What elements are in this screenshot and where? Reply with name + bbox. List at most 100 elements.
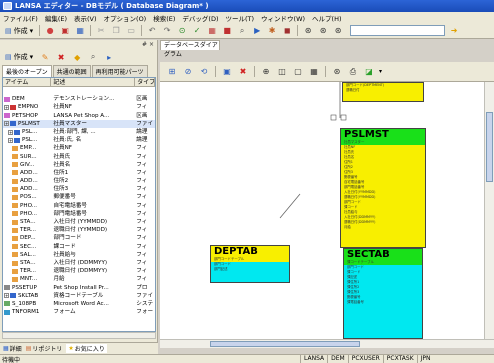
chevron-down-icon[interactable]: ▾ <box>379 68 382 75</box>
save-icon[interactable]: ▣ <box>59 25 71 37</box>
menu-window[interactable]: ウィンドウ(W) <box>261 13 305 23</box>
table-row[interactable]: SUR... 社員氏 フィ <box>3 153 155 161</box>
undo-icon[interactable]: ↶ <box>146 25 158 37</box>
table-row[interactable]: STA... 入社日付 (DDMMYY) フィ <box>3 259 155 267</box>
diagram-canvas[interactable]: 部門コード(DEPTMENT) 退職日付 PSLMST 社員マスター 社員NF 社員氏社… <box>160 82 484 339</box>
play-icon[interactable]: ▶ <box>251 25 263 37</box>
table-row[interactable]: S_108PB Microsoft Word Ac... システ <box>3 300 155 308</box>
tab-reusable-parts[interactable]: 再利用可能パーツ <box>91 65 148 77</box>
column-item[interactable]: アイテム <box>3 78 52 86</box>
find-next-icon[interactable]: ⊛ <box>317 25 329 37</box>
tab-recent[interactable]: 最後のオープン <box>2 65 52 77</box>
expand-icon[interactable]: + <box>4 104 9 110</box>
table-row[interactable]: SAL... 社員給与 フィ <box>3 251 155 259</box>
menu-search[interactable]: 検索(E) <box>153 13 175 23</box>
play-icon[interactable]: ▸ <box>103 51 115 63</box>
fit-icon[interactable]: ◫ <box>276 66 288 78</box>
table-row[interactable]: PSSETUP Pet Shop Install Pr... プロ <box>3 284 155 292</box>
table-row[interactable]: ADD... 住所2 フィ <box>3 177 155 185</box>
table-row[interactable]: + PSLMST 社員マスター ファイ <box>3 119 155 128</box>
table-row[interactable]: + PSL... 社員:氏, 名 論理 <box>3 136 155 144</box>
check-icon[interactable]: ✓ <box>191 25 203 37</box>
table-row[interactable]: DEM デモンストレーション... 区画 <box>3 95 155 103</box>
delete-icon[interactable]: ✖ <box>237 66 249 78</box>
tab-details[interactable]: ▦ 詳細 <box>3 344 22 353</box>
tab-common-scope[interactable]: 共通の範囲 <box>52 65 91 77</box>
menu-options[interactable]: オプション(O) <box>104 13 147 23</box>
table-row[interactable]: GIV... 社員名 フィ <box>3 161 155 169</box>
search-icon[interactable]: ⌕ <box>236 25 248 37</box>
add-entity-icon[interactable]: ▣ <box>221 66 233 78</box>
entity-deptab[interactable]: DEPTAB 部門コードテーブル 部門コード 部門記述 <box>210 245 290 283</box>
panel-close-button[interactable]: # × <box>142 41 154 48</box>
table-row[interactable]: TNFORM1 フォーム フォー <box>3 308 155 316</box>
refresh-icon[interactable]: ⟲ <box>198 66 210 78</box>
table-row[interactable]: ADD... 住所1 フィ <box>3 169 155 177</box>
redo-icon[interactable]: ↷ <box>161 25 173 37</box>
execute-icon[interactable]: ■ <box>221 25 233 37</box>
vertical-scroll-thumb[interactable] <box>486 112 493 182</box>
column-type[interactable]: タイプ <box>135 78 155 86</box>
binoculars-icon[interactable]: ⊛ <box>302 25 314 37</box>
connect-icon[interactable]: ⊘ <box>182 66 194 78</box>
table-row[interactable] <box>3 87 155 95</box>
tab-favorites[interactable]: ★ お気に入り <box>66 344 107 353</box>
table-row[interactable]: + SKLTAB 資格コードテーブル ファイ <box>3 292 155 300</box>
search-icon[interactable]: ⌕ <box>87 51 99 63</box>
diagram-horizontal-scrollbar[interactable] <box>160 339 494 348</box>
expand-icon[interactable]: + <box>8 137 13 143</box>
menu-edit[interactable]: 編集(E) <box>45 13 67 23</box>
panel-new-button[interactable]: ▤ 作成 ▾ <box>3 51 35 63</box>
table-row[interactable]: PETSHOP LANSA Pet Shop A... 区画 <box>3 112 155 120</box>
compile-icon[interactable]: ⊙ <box>176 25 188 37</box>
entity-sectab[interactable]: SECTAB 課コードテーブル 部門コード 課コード 課記述 課住所1 課住所2 課住所3 郵便… <box>343 248 423 339</box>
menu-file[interactable]: ファイル(F) <box>3 13 38 23</box>
menu-help[interactable]: ヘルプ(H) <box>312 13 341 23</box>
table-row[interactable]: STA... 入社日付 (YYMMDD) フィ <box>3 218 155 226</box>
go-icon[interactable]: ➜ <box>448 25 460 37</box>
debug-icon[interactable]: ✱ <box>266 25 278 37</box>
menu-debug[interactable]: デバッグ(D) <box>182 13 218 23</box>
vertical-scrollbar[interactable] <box>484 82 494 339</box>
print-icon[interactable]: ⎙ <box>347 66 359 78</box>
pin-icon[interactable]: ✎ <box>39 51 51 63</box>
color-icon[interactable]: ◪ <box>363 66 375 78</box>
table-row[interactable]: + EMPNO 社員NF フィ <box>3 103 155 111</box>
expand-icon[interactable]: + <box>4 121 9 127</box>
menu-view[interactable]: 表示(V) <box>74 13 97 23</box>
table-row[interactable]: POS... 郵便番号 フィ <box>3 193 155 201</box>
table-row[interactable]: DEP... 部門コード フィ <box>3 234 155 242</box>
zoom-icon[interactable]: ⊕ <box>260 66 272 78</box>
table-row[interactable]: SEC... 課コード フィ <box>3 243 155 251</box>
tab-repository[interactable]: ▤ リポジトリ <box>26 344 63 353</box>
delete-icon[interactable]: ✖ <box>55 51 67 63</box>
save-all-icon[interactable]: ▦ <box>74 25 86 37</box>
paste-icon[interactable]: ▭ <box>125 25 137 37</box>
expand-icon[interactable]: + <box>8 129 13 135</box>
expand-icon[interactable]: + <box>4 293 9 299</box>
column-description[interactable]: 記述 <box>51 78 136 86</box>
table-row[interactable]: PHO... 部門電話番号 フィ <box>3 210 155 218</box>
search-input[interactable] <box>350 25 446 36</box>
table-row[interactable]: TER... 退職日付 (DDMMYY) フィ <box>3 267 155 275</box>
find-prev-icon[interactable]: ⊛ <box>332 25 344 37</box>
entity-pslmst[interactable]: PSLMST 社員マスター 社員NF 社員氏 社員名 住所1 住所2 住所3 郵便番号 自宅電話番… <box>340 128 426 248</box>
document-tab[interactable]: データベースダイアグラム <box>160 40 220 58</box>
cut-icon[interactable]: ✂ <box>95 25 107 37</box>
grid-icon[interactable]: ▦ <box>308 66 320 78</box>
table-row[interactable]: MNT... 月給 フィ <box>3 275 155 283</box>
build-icon[interactable]: ▦ <box>206 25 218 37</box>
entity-top[interactable]: 部門コード(DEPTMENT) 退職日付 <box>342 82 424 102</box>
new-button[interactable]: ▤ 作成 ▾ <box>3 25 35 37</box>
table-row[interactable]: TER... 退職日付 (YYMMDD) フィ <box>3 226 155 234</box>
horizontal-scrollbar[interactable] <box>2 332 156 339</box>
layout-icon[interactable]: ⊞ <box>166 66 178 78</box>
table-row[interactable]: PHO... 自宅電話番号 フィ <box>3 202 155 210</box>
copy-icon[interactable]: ❐ <box>110 25 122 37</box>
open-icon[interactable]: ● <box>44 25 56 37</box>
table-row[interactable]: ADD... 住所3 フィ <box>3 185 155 193</box>
bookmark-icon[interactable]: ◆ <box>71 51 83 63</box>
table-row[interactable]: EMP... 社員NF フィ <box>3 144 155 152</box>
horizontal-scroll-thumb[interactable] <box>210 341 360 347</box>
table-row[interactable]: + PSL... 社員:部門, 課, ... 論理 <box>3 128 155 136</box>
